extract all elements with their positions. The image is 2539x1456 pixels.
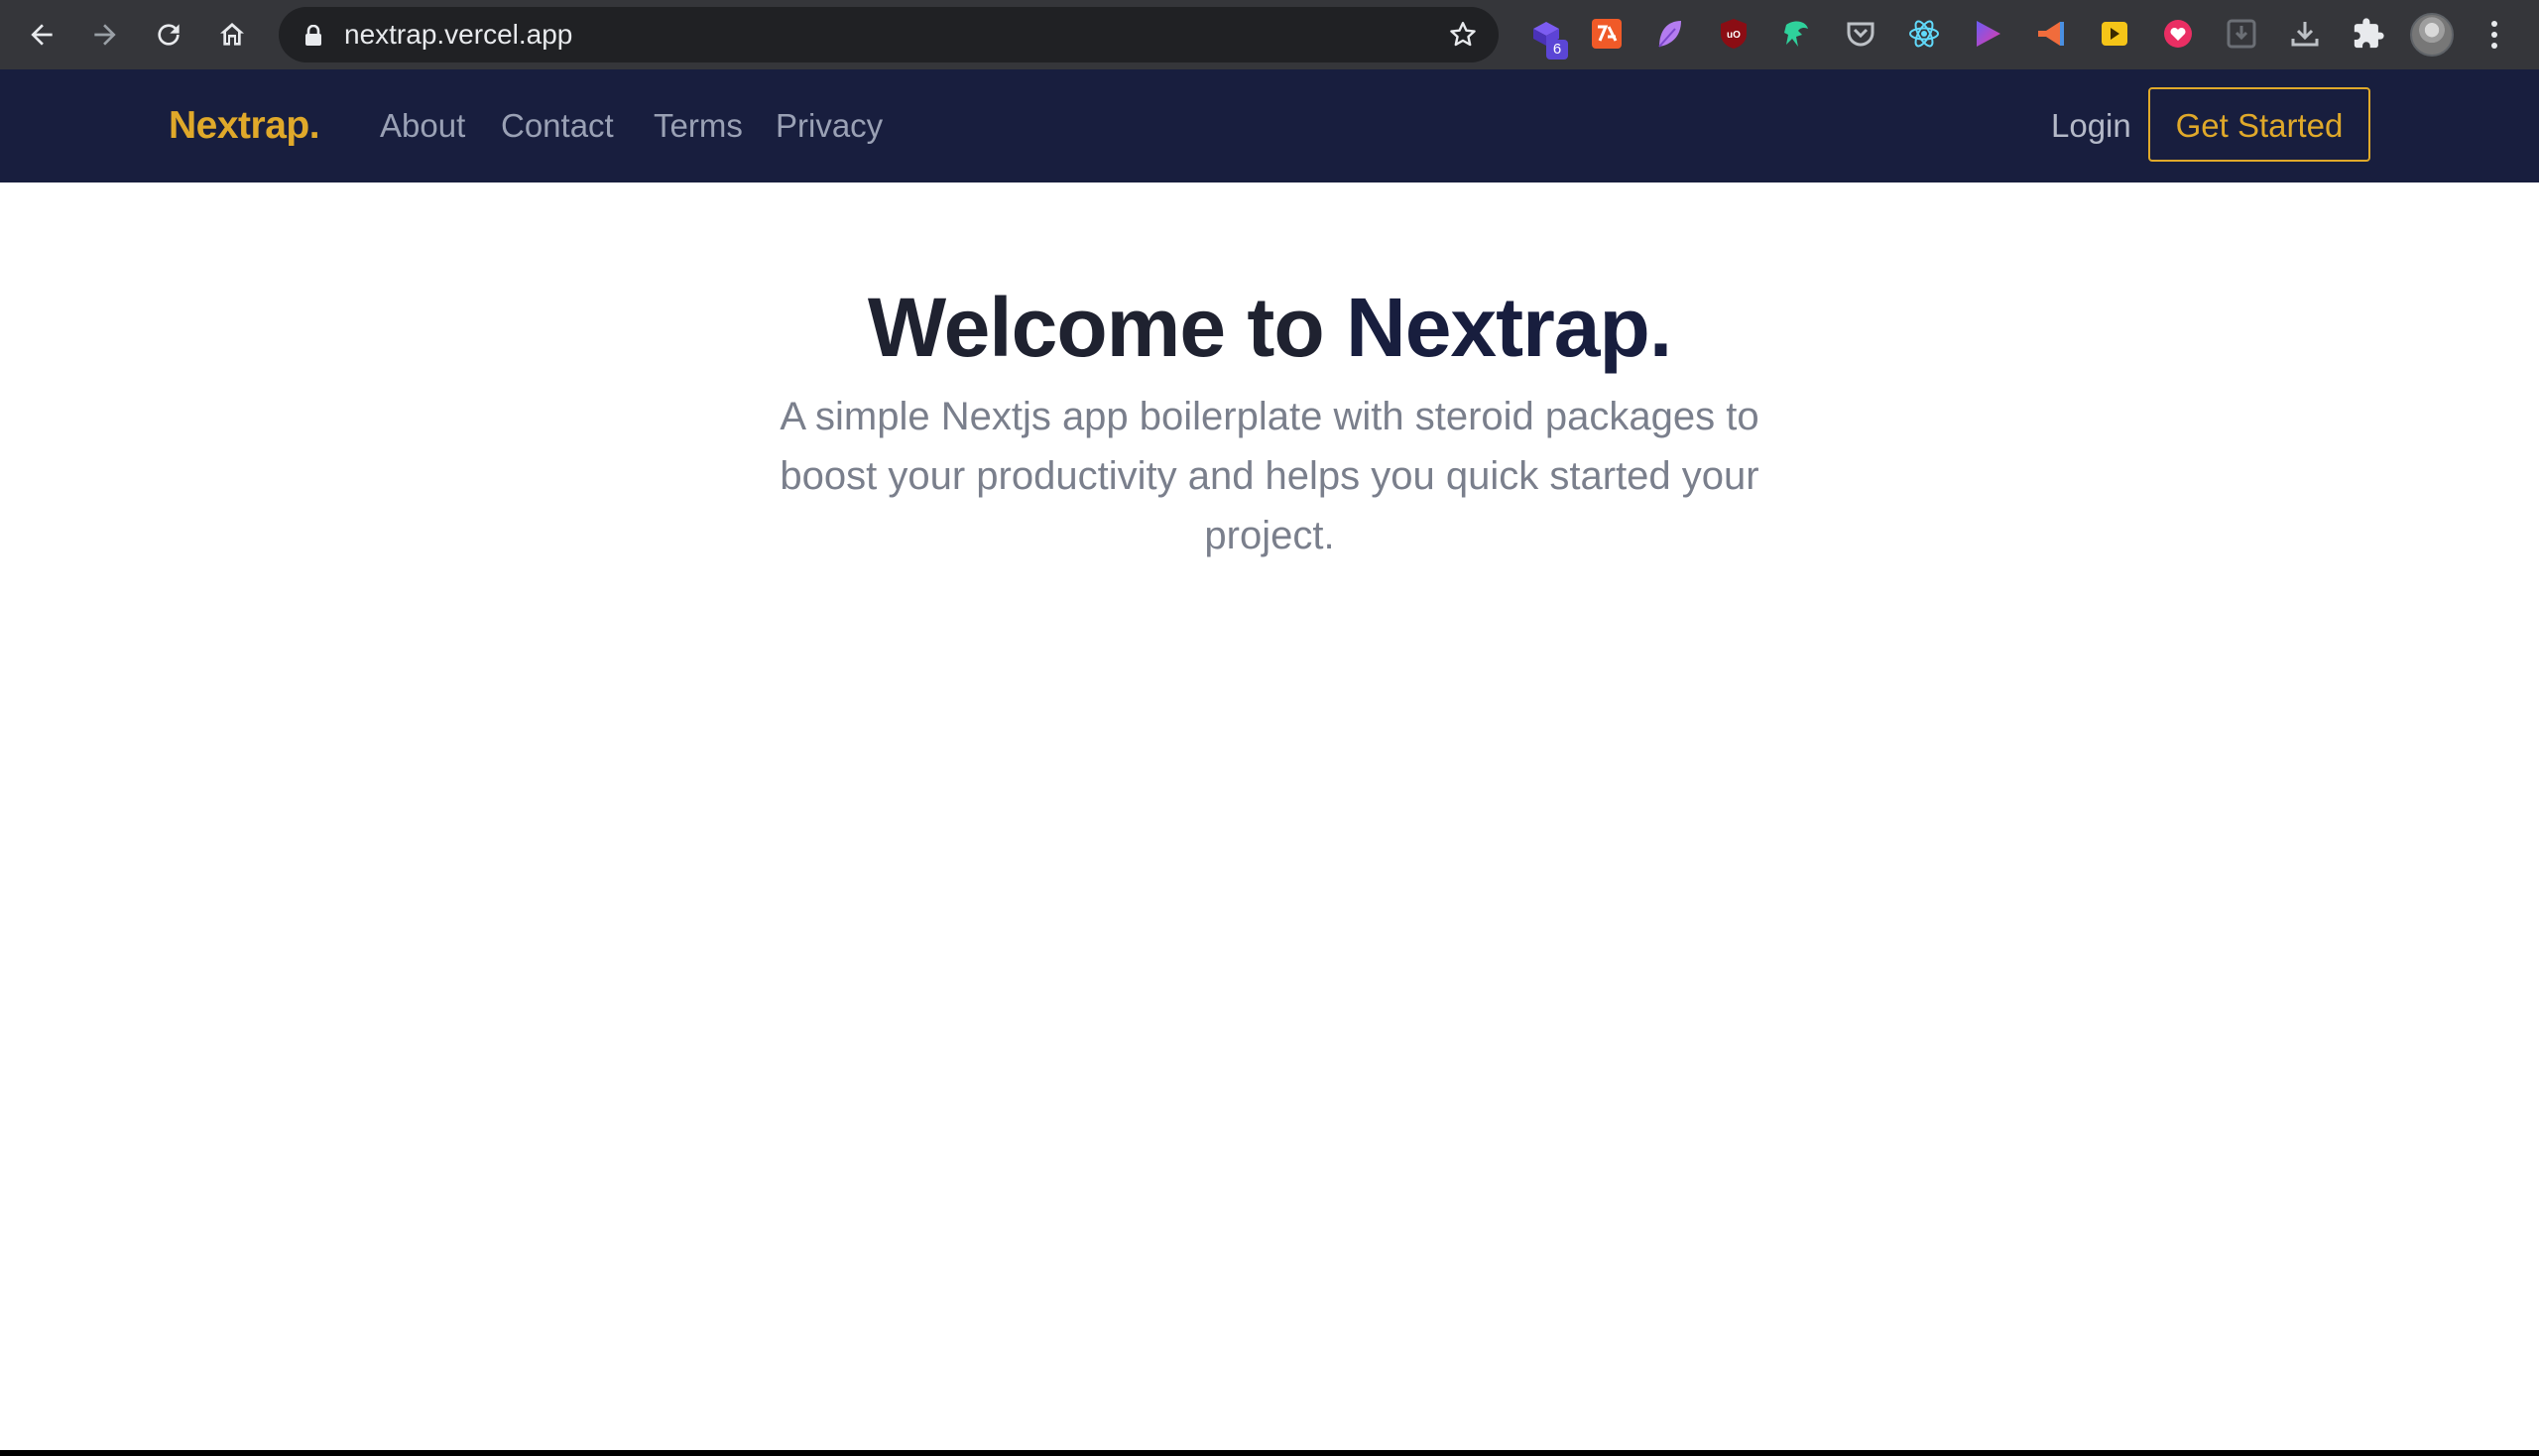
page-title: Welcome to Nextrap. — [0, 278, 2539, 377]
extension-megaphone-icon[interactable] — [2034, 17, 2068, 51]
address-bar[interactable]: nextrap.vercel.app — [279, 7, 1499, 62]
download-icon[interactable] — [2288, 17, 2322, 51]
extension-count-badge: 6 — [1546, 40, 1568, 60]
extension-react-icon[interactable] — [1907, 17, 1941, 51]
extension-feather-icon[interactable] — [1653, 17, 1687, 51]
reload-button[interactable] — [149, 15, 188, 55]
back-button[interactable] — [22, 15, 61, 55]
title-prefix: Welcome to — [867, 281, 1347, 374]
forward-button[interactable] — [85, 15, 125, 55]
extension-pocket-icon[interactable] — [1844, 17, 1877, 51]
home-button[interactable] — [212, 15, 252, 55]
title-brand: Nextrap. — [1346, 281, 1672, 374]
hero-subtitle: A simple Nextjs app boilerplate with ste… — [780, 395, 1759, 557]
forward-icon — [94, 24, 116, 46]
get-started-button[interactable]: Get Started — [2148, 87, 2370, 162]
nav-link-about[interactable]: About — [380, 69, 465, 182]
puzzle-icon[interactable] — [2352, 17, 2385, 51]
home-icon — [220, 23, 244, 46]
brand-logo[interactable]: Nextrap. — [169, 69, 320, 182]
lock-icon — [305, 25, 321, 46]
extension-tray-icon[interactable] — [2225, 17, 2258, 51]
back-icon — [31, 24, 53, 46]
extension-play-icon[interactable] — [1971, 17, 2004, 51]
extension-pixel-icon[interactable] — [1590, 17, 1624, 51]
svg-text:uO: uO — [1727, 30, 1741, 41]
nav-link-privacy[interactable]: Privacy — [776, 69, 883, 182]
login-link[interactable]: Login — [2051, 69, 2131, 182]
extension-dragon-icon[interactable] — [1780, 17, 1814, 51]
extension-ublock-icon[interactable]: uO — [1717, 17, 1751, 51]
url-text[interactable]: nextrap.vercel.app — [344, 7, 572, 62]
extension-video-icon[interactable] — [2098, 17, 2131, 51]
reload-icon — [158, 24, 180, 46]
menu-icon[interactable] — [2479, 15, 2509, 55]
extension-heart-icon[interactable] — [2161, 17, 2195, 51]
star-icon[interactable] — [1447, 19, 1479, 51]
profile-avatar[interactable] — [2410, 13, 2454, 57]
nav-link-contact[interactable]: Contact — [501, 69, 614, 182]
nav-link-terms[interactable]: Terms — [654, 69, 743, 182]
site-header: Nextrap. About Contact Terms Privacy Log… — [0, 69, 2539, 182]
browser-toolbar: nextrap.vercel.app 6 uO — [0, 0, 2539, 69]
page-bottom-edge — [0, 1450, 2539, 1456]
